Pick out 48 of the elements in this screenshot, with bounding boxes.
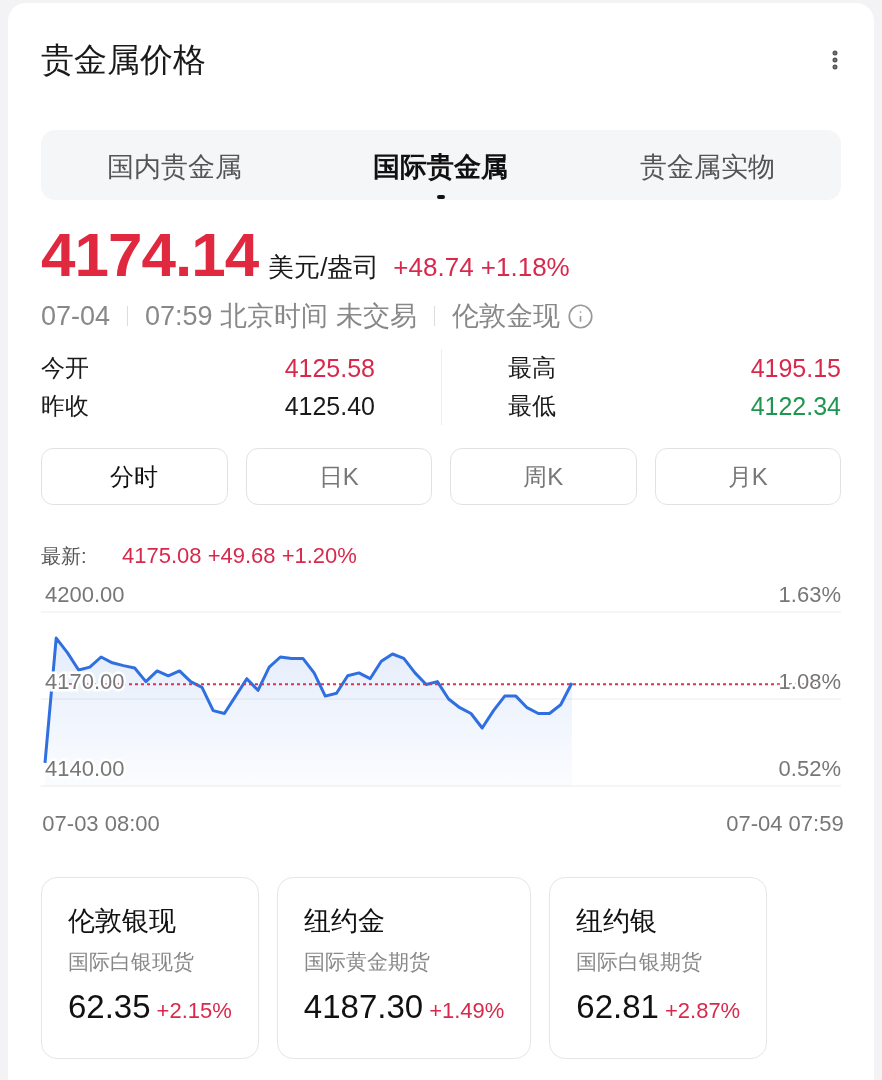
percent-axis-label: 1.08%	[778, 669, 841, 694]
tab[interactable]: 国内贵金属	[41, 130, 308, 200]
market-name: 纽约金	[303, 905, 386, 938]
percent-axis-label: 1.63%	[778, 582, 841, 607]
market-change: +2.15%	[156, 997, 232, 1025]
x-axis-label: 07-04 07:59	[726, 810, 844, 838]
price-change: +48.74 +1.18%	[393, 251, 570, 284]
stat-value: 4122.34	[750, 391, 841, 422]
period-button[interactable]: 分时	[41, 448, 228, 505]
period-button[interactable]: 日K	[245, 448, 432, 505]
period-button[interactable]: 周K	[450, 448, 637, 505]
market-card[interactable]: 伦敦银现 国际白银现货 62.35 +2.15%	[41, 877, 259, 1059]
market-name: 纽约银	[576, 905, 659, 938]
quote-date: 07-04	[41, 300, 111, 332]
stat-label: 最低	[508, 391, 556, 421]
page-title: 贵金属价格	[41, 40, 206, 80]
tab[interactable]: 贵金属实物	[574, 130, 841, 200]
y-axis-label: 4200.00	[45, 582, 125, 607]
quote-time-status: 07:59 北京时间 未交易	[145, 300, 417, 332]
price-unit: 美元/盎司	[268, 251, 380, 284]
market-name: 伦敦银现	[68, 905, 177, 938]
y-axis-label: 4140.00	[45, 756, 125, 781]
price-value: 4174.14	[41, 224, 259, 286]
stat-value: 4125.40	[284, 391, 375, 422]
instrument-name: 伦敦金现	[451, 300, 560, 332]
latest-label: 最新:	[41, 544, 88, 569]
market-description: 国际白银期货	[576, 949, 704, 975]
market-price: 62.81	[576, 987, 659, 1027]
market-price: 4187.30	[303, 987, 424, 1027]
market-description: 国际白银现货	[68, 949, 195, 975]
stat-label: 昨收	[41, 391, 89, 421]
percent-axis-label: 0.52%	[778, 756, 841, 781]
x-axis-label: 07-03 08:00	[42, 810, 160, 838]
tab-indicator	[437, 195, 445, 199]
market-price: 62.35	[68, 987, 151, 1027]
market-card[interactable]: 纽约金 国际黄金期货 4187.30 +1.49%	[276, 877, 532, 1059]
market-description: 国际黄金期货	[303, 949, 431, 975]
stat-value: 4195.15	[750, 353, 841, 384]
tab[interactable]: 国际贵金属	[307, 130, 575, 200]
latest-value: 4175.08 +49.68 +1.20%	[122, 542, 357, 570]
info-icon[interactable]	[566, 302, 594, 330]
stat-value: 4125.58	[284, 353, 375, 384]
market-change: +2.87%	[664, 997, 741, 1025]
stat-label: 最高	[508, 353, 556, 383]
market-card[interactable]: 纽约银 国际白银期货 62.81 +2.87%	[549, 877, 768, 1059]
market-change: +1.49%	[429, 997, 505, 1025]
stat-label: 今开	[41, 353, 89, 383]
period-button[interactable]: 月K	[654, 448, 841, 505]
